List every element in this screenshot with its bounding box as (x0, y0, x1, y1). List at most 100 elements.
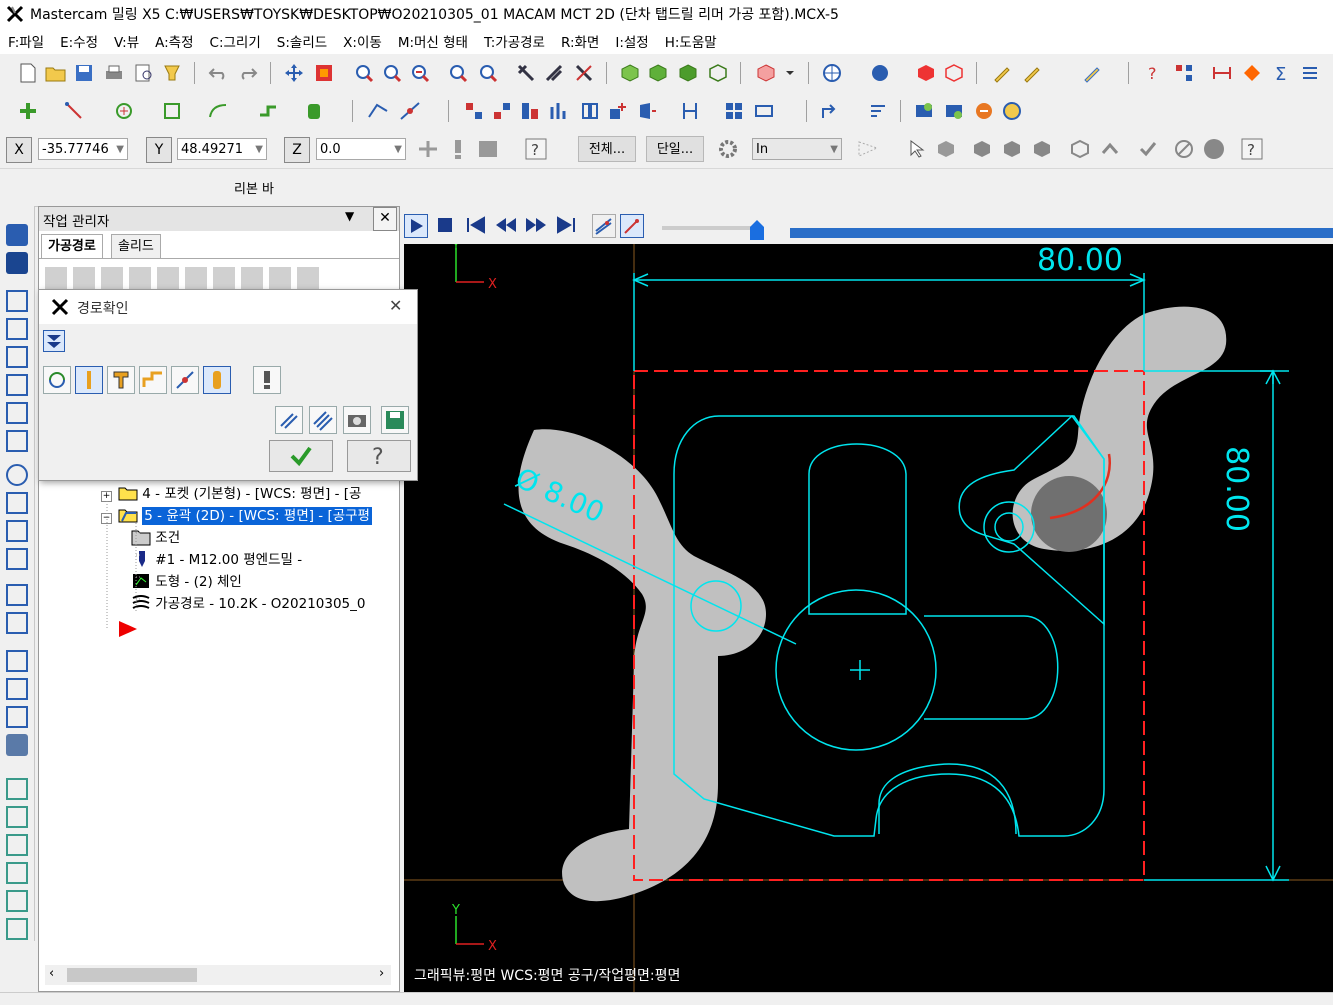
display-holder-button[interactable] (107, 366, 135, 394)
scroll-thumb[interactable] (67, 968, 197, 982)
tree-item-geometry[interactable]: 도형 - (2) 체인 (131, 571, 242, 593)
zoom-window-icon[interactable] (352, 61, 376, 85)
circle-icon[interactable] (112, 99, 136, 123)
insert-arrow-icon[interactable] (117, 619, 139, 639)
dot-icon[interactable] (1202, 137, 1226, 161)
tool-display-button[interactable] (620, 214, 644, 238)
no-entry-icon[interactable] (1172, 137, 1196, 161)
select-all-ops-icon[interactable] (45, 267, 67, 289)
solid-select-icon[interactable] (934, 137, 958, 161)
snap-icon[interactable] (476, 137, 500, 161)
align-icon[interactable] (678, 99, 702, 123)
print-icon[interactable] (102, 61, 126, 85)
y-coord-field[interactable]: 48.49271 ▼ (177, 138, 267, 160)
tree-icon[interactable] (1172, 61, 1196, 85)
offset-icon[interactable] (578, 99, 602, 123)
select-invalid-ops-icon[interactable] (73, 267, 95, 289)
hex-icon-2[interactable] (1000, 137, 1024, 161)
wireframe-cube-icon[interactable] (754, 61, 778, 85)
top-view-icon[interactable] (646, 61, 670, 85)
close-panel-icon[interactable]: ✕ (373, 207, 397, 231)
face-icon[interactable] (6, 346, 28, 368)
contour-icon[interactable] (6, 252, 28, 274)
skip-start-button[interactable] (464, 214, 488, 240)
multiaxis-6-icon[interactable] (6, 918, 28, 940)
right-view-icon[interactable] (706, 61, 730, 85)
pencil-color-icon[interactable] (1020, 61, 1044, 85)
machine-icon[interactable] (1210, 61, 1234, 85)
display-tool-button[interactable] (75, 366, 103, 394)
display-endpoint-button[interactable] (171, 366, 199, 394)
pencil-icon[interactable] (990, 61, 1014, 85)
open-folder-icon[interactable] (44, 61, 68, 85)
multiaxis-4-icon[interactable] (6, 862, 28, 884)
cube-icon[interactable] (1068, 137, 1092, 161)
menu-edit[interactable]: E:수정 (52, 31, 106, 51)
highfeed-icon[interactable] (269, 267, 291, 289)
help-icon[interactable]: ? (524, 137, 548, 161)
rotate-icon[interactable] (490, 99, 514, 123)
zoom-out-icon[interactable] (476, 61, 500, 85)
horizontal-scrollbar[interactable]: ‹ › (45, 965, 391, 985)
scroll-right-icon[interactable]: › (379, 966, 384, 981)
stop-button[interactable] (434, 214, 458, 238)
stock-icon[interactable] (6, 224, 28, 246)
chevron-up-icon[interactable] (1098, 137, 1122, 161)
multiaxis-1-icon[interactable] (6, 778, 28, 800)
verify-icon[interactable] (942, 99, 966, 123)
front-view-icon[interactable] (676, 61, 700, 85)
break-icon[interactable] (398, 99, 422, 123)
menu-toolpaths[interactable]: T:가공경로 (476, 31, 553, 51)
y-coord-label[interactable]: Y (146, 137, 172, 163)
solid-toolpath-icon[interactable] (6, 734, 28, 756)
refresh-button[interactable] (43, 366, 71, 394)
check-select-icon[interactable] (1136, 137, 1160, 161)
material-icon[interactable] (1240, 61, 1264, 85)
tips-icon[interactable] (160, 61, 184, 85)
z-coord-field[interactable]: 0.0 ▼ (316, 138, 406, 160)
fit-screen-icon[interactable] (312, 61, 336, 85)
grid-icon[interactable] (722, 99, 746, 123)
info-button[interactable] (253, 366, 281, 394)
menu-help[interactable]: H:도움말 (657, 31, 725, 51)
quick-verify-button[interactable] (203, 366, 231, 394)
help-select-icon[interactable]: ? (1240, 137, 1264, 161)
zoom-target-icon[interactable] (380, 61, 404, 85)
sort-icon[interactable] (866, 99, 890, 123)
menu-xform[interactable]: X:이동 (335, 31, 390, 51)
graphics-viewport[interactable]: 80.00 80.00 Ø 8.00 X Y Y X 그래픽뷰:평면 WCS:평… (404, 244, 1333, 992)
hex-icon-3[interactable] (1030, 137, 1054, 161)
help-button[interactable]: ? (347, 440, 411, 472)
post-ops-icon[interactable] (241, 267, 263, 289)
surface-icon[interactable] (302, 99, 326, 123)
speed-slider-track[interactable] (662, 226, 758, 230)
select-all-button[interactable]: 전체... (578, 136, 636, 162)
unzoom-icon[interactable] (408, 61, 432, 85)
select-single-button[interactable]: 단일... (646, 136, 704, 162)
expand-dialog-button[interactable] (43, 330, 65, 352)
progress-bar[interactable] (790, 228, 1333, 238)
redo-icon[interactable] (236, 61, 260, 85)
zoom-in-icon[interactable] (446, 61, 470, 85)
list-icon[interactable] (1298, 61, 1322, 85)
trace-icon[interactable] (6, 430, 28, 452)
display-rapid-button[interactable] (139, 366, 167, 394)
tab-toolpaths[interactable]: 가공경로 (41, 234, 103, 259)
gear-icon[interactable] (716, 137, 740, 161)
arrow-up-right-icon[interactable] (818, 99, 842, 123)
helix-icon[interactable] (6, 548, 28, 570)
fillet-icon[interactable] (160, 99, 184, 123)
play-button[interactable] (404, 214, 428, 238)
tree-item-contour[interactable]: − 5 - 윤곽 (2D) - [WCS: 평면] - [공구평 (101, 505, 372, 527)
pocket-icon[interactable] (6, 318, 28, 340)
thread-icon[interactable] (6, 492, 28, 514)
iso-view-icon[interactable] (618, 61, 642, 85)
window-select-icon[interactable] (856, 137, 880, 161)
multiaxis-2-icon[interactable] (6, 806, 28, 828)
shaded-solid-icon[interactable] (914, 61, 938, 85)
help-ops-icon[interactable] (297, 267, 319, 289)
verify-ops-icon[interactable] (185, 267, 207, 289)
skip-end-button[interactable] (554, 214, 578, 240)
scroll-left-icon[interactable]: ‹ (49, 966, 54, 981)
scale-icon[interactable] (548, 99, 572, 123)
